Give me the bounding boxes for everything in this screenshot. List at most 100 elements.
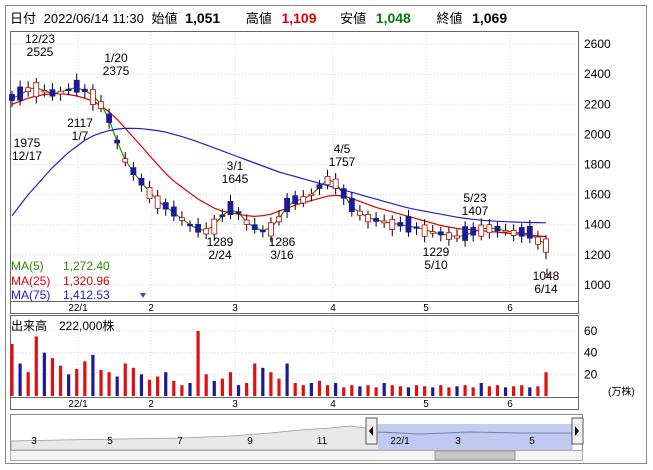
volume-bar xyxy=(374,387,378,396)
price-tick-label: 1600 xyxy=(584,188,611,202)
candle-body xyxy=(470,227,477,236)
volume-bar xyxy=(495,385,500,396)
volume-bar xyxy=(261,367,265,396)
navigator-left-handle[interactable] xyxy=(365,417,378,445)
candle-body xyxy=(429,231,436,234)
candle-body xyxy=(535,236,541,245)
candle-body xyxy=(146,187,153,199)
annotation-bottom: 6/14 xyxy=(534,282,558,296)
candle-body xyxy=(340,188,347,199)
volume-bar xyxy=(75,368,79,396)
candle-body xyxy=(195,223,201,233)
volume-bar xyxy=(350,385,354,396)
candle-body xyxy=(292,195,299,204)
annotation-bottom: 12/17 xyxy=(12,149,42,163)
month-tick-label: 2 xyxy=(148,303,154,314)
candle-body xyxy=(81,88,88,93)
candle-body xyxy=(130,167,137,176)
volume-bar xyxy=(487,386,491,396)
volume-bar xyxy=(123,363,127,396)
volume-bar xyxy=(439,385,443,396)
volume-bar xyxy=(431,387,435,396)
candle-body xyxy=(413,226,420,229)
annotation-top: 1229 xyxy=(423,245,450,259)
volume-bar xyxy=(245,383,249,396)
volume-bar xyxy=(277,378,281,396)
annotation-top: 1289 xyxy=(207,235,234,249)
month-tick-label: 22/1 xyxy=(68,303,88,314)
candle-body xyxy=(421,224,428,237)
candle-body xyxy=(211,218,218,235)
volume-bar xyxy=(253,363,257,396)
volume-bar xyxy=(172,380,176,396)
volume-bar xyxy=(414,385,419,396)
ma75-value: 1,412.53 xyxy=(63,288,110,302)
volume-bar xyxy=(220,378,224,396)
candle-body xyxy=(332,178,339,189)
high-label: 高値 xyxy=(245,11,272,26)
close-value: 1,069 xyxy=(472,10,508,26)
date-label: 日付 xyxy=(10,11,37,26)
high-value: 1,109 xyxy=(281,10,317,26)
open-label: 始値 xyxy=(151,11,178,26)
candle-body xyxy=(73,79,80,93)
candle-body xyxy=(227,201,234,215)
price-tick-label: 1800 xyxy=(584,157,611,171)
month-tick-label: 3 xyxy=(232,399,238,410)
volume-bar xyxy=(309,383,313,396)
candle-body xyxy=(219,214,226,217)
navigator-tick-label: 22/1 xyxy=(390,436,410,447)
annotation-top: 5/23 xyxy=(463,191,487,205)
month-tick-label: 2 xyxy=(148,399,154,410)
candle-body xyxy=(518,227,525,237)
volume-bar xyxy=(503,387,508,396)
volume-bar xyxy=(520,385,524,396)
volume-bar xyxy=(147,379,152,396)
navigator-tick-label: 5 xyxy=(529,436,535,447)
annotation-top: 1/20 xyxy=(104,51,128,65)
volume-bar xyxy=(390,385,394,396)
month-tick-label: 4 xyxy=(330,303,336,314)
volume-bar xyxy=(334,383,338,396)
volume-bar xyxy=(236,385,241,396)
volume-bar xyxy=(406,387,411,396)
candle-body xyxy=(357,210,363,216)
volume-bar xyxy=(455,386,459,396)
volume-bar xyxy=(42,352,46,396)
navigator-tick-label: 3 xyxy=(455,436,461,447)
candle-body xyxy=(49,89,56,97)
candle-body xyxy=(122,158,129,163)
volume-bar xyxy=(366,385,370,396)
price-tick-label: 2000 xyxy=(584,127,611,141)
candle-body xyxy=(25,87,32,93)
open-value: 1,051 xyxy=(185,10,221,26)
candle-body xyxy=(243,219,250,225)
volume-bar xyxy=(99,370,103,396)
navigator-scrollbar-thumb[interactable] xyxy=(434,450,516,461)
candle-body xyxy=(462,226,468,241)
candle-body xyxy=(348,197,355,213)
candle-body xyxy=(308,193,315,197)
annotation-bottom: 3/16 xyxy=(270,248,294,262)
navigator-tick-label: 5 xyxy=(107,436,113,447)
volume-bar xyxy=(212,380,216,396)
volume-bar xyxy=(479,383,483,396)
navigator-right-handle[interactable] xyxy=(571,417,584,445)
volume-bar xyxy=(301,385,305,396)
candle-body xyxy=(486,224,493,234)
month-strip xyxy=(10,301,579,314)
volume-bar xyxy=(156,376,160,396)
candle-body xyxy=(300,196,307,204)
ma25-label: MA(25) xyxy=(11,274,51,288)
volume-bar xyxy=(269,372,273,396)
candle-body xyxy=(324,176,331,186)
volume-tick-label: 40 xyxy=(584,346,598,360)
month-tick-label: 6 xyxy=(507,303,513,314)
price-tick-label: 1200 xyxy=(584,248,611,262)
navigator-tick-label: 7 xyxy=(177,436,183,447)
candle-body xyxy=(365,214,371,223)
annotation-bottom: 2/24 xyxy=(208,248,232,262)
candle-body xyxy=(454,235,460,239)
candle-body xyxy=(90,89,96,105)
annotation-bottom: 1407 xyxy=(462,204,489,218)
